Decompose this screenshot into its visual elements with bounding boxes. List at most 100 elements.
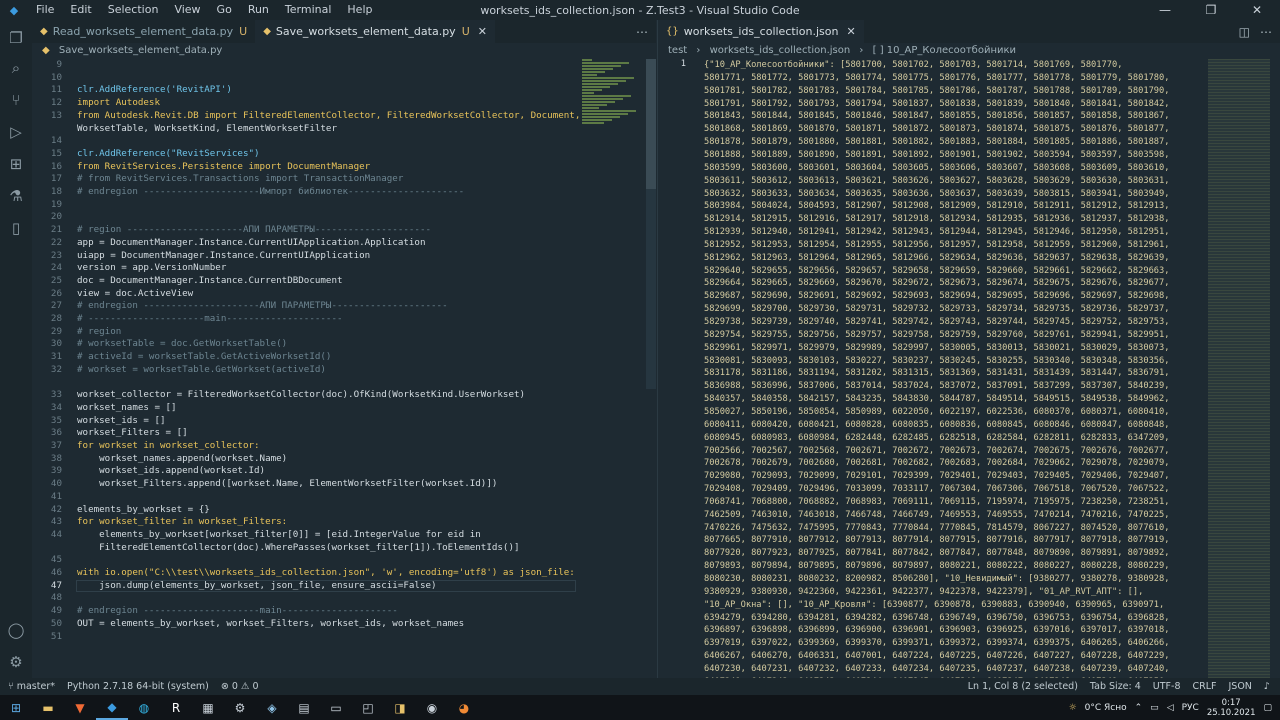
run-debug-icon[interactable]: ▷ (0, 116, 32, 148)
code-line[interactable]: 20 (32, 211, 77, 224)
breadcrumb-file[interactable]: worksets_ids_collection.json (710, 45, 851, 56)
json-line[interactable]: 5803632, 5803633, 5803634, 5803635, 5803… (704, 188, 1204, 201)
revit-icon[interactable]: R (160, 695, 192, 720)
menu-item-file[interactable]: File (28, 0, 62, 20)
file-explorer-icon[interactable]: ▬ (32, 695, 64, 720)
json-line[interactable]: "10_AP_Окна": [], "10_AP_Кровля": [63908… (704, 599, 1204, 612)
code-line[interactable]: 31 # activeId = worksetTable.GetActiveWor… (32, 351, 332, 364)
json-line[interactable]: 5829961, 5829971, 5829979, 5829989, 5829… (704, 342, 1204, 355)
code-line[interactable]: 19 (32, 199, 77, 212)
app-icon[interactable]: ◉ (416, 695, 448, 720)
cursor-position[interactable]: Ln 1, Col 8 (2 selected) (968, 681, 1078, 692)
code-line[interactable]: 12 import Autodesk (32, 97, 160, 110)
edge-browser-icon[interactable]: ◍ (128, 695, 160, 720)
bookmarks-icon[interactable]: ▯ (0, 212, 32, 244)
code-line[interactable]: 17 # from RevitServices.Transactions impo… (32, 173, 403, 186)
json-line[interactable]: 6080411, 6080420, 6080421, 6080828, 6080… (704, 419, 1204, 432)
brave-browser-icon[interactable]: ▼ (64, 695, 96, 720)
json-line[interactable]: 5812914, 5812915, 5812916, 5812917, 5812… (704, 213, 1204, 226)
minimap[interactable] (1208, 59, 1270, 678)
code-line[interactable]: 18 # endregion ---------------------Импор… (32, 186, 464, 199)
json-line[interactable]: 8080230, 8080231, 8080232, 8200982, 8506… (704, 573, 1204, 586)
code-line[interactable]: 50 OUT = elements_by_workset, workset_Fil… (32, 618, 464, 631)
json-line[interactable]: 6406267, 6406270, 6406331, 6407001, 6407… (704, 650, 1204, 663)
app-icon[interactable]: ◈ (256, 695, 288, 720)
json-line[interactable]: 7029408, 7029409, 7029496, 7033099, 7033… (704, 483, 1204, 496)
menu-item-help[interactable]: Help (339, 0, 380, 20)
json-line[interactable]: 5812962, 5812963, 5812964, 5812965, 5812… (704, 252, 1204, 265)
code-line[interactable]: 9 (32, 59, 77, 72)
code-line[interactable]: 39 workset_ids.append(workset.Id) (32, 465, 265, 478)
code-line[interactable]: 36 workset_Filters = [] (32, 427, 188, 440)
json-line[interactable]: 5850027, 5850196, 5850854, 5850989, 6022… (704, 406, 1204, 419)
json-line[interactable]: {"10_AP_Колесоотбойники": [5801700, 5801… (704, 59, 1204, 72)
json-line[interactable]: 5831178, 5831186, 5831194, 5831202, 5831… (704, 367, 1204, 380)
menu-item-edit[interactable]: Edit (62, 0, 99, 20)
code-line[interactable]: 29 # region (32, 326, 121, 339)
menu-item-go[interactable]: Go (209, 0, 240, 20)
tray-chevron-icon[interactable]: ⌃ (1135, 703, 1143, 713)
json-line[interactable]: 5801878, 5801879, 5801880, 5801881, 5801… (704, 136, 1204, 149)
vscode-taskbar-icon[interactable]: ◆ (96, 695, 128, 720)
json-line[interactable]: 5829699, 5829700, 5829730, 5829731, 5829… (704, 303, 1204, 316)
tab-json-file[interactable]: {} worksets_ids_collection.json ✕ (658, 20, 864, 43)
json-line[interactable]: 5801781, 5801782, 5801783, 5801784, 5801… (704, 85, 1204, 98)
json-line[interactable]: 5829687, 5829690, 5829691, 5829692, 5829… (704, 290, 1204, 303)
code-line[interactable]: 13 from Autodesk.Revit.DB import Filtered… (32, 110, 580, 123)
account-icon[interactable]: ◯ (0, 614, 32, 646)
app-icon[interactable]: ▤ (288, 695, 320, 720)
tab-close-icon[interactable]: ✕ (478, 25, 487, 38)
minimize-icon[interactable]: — (1142, 0, 1188, 20)
json-line[interactable]: 9380929, 9380930, 9422360, 9422361, 9422… (704, 586, 1204, 599)
weather-icon[interactable]: ☼ (1069, 703, 1077, 713)
menu-item-view[interactable]: View (166, 0, 208, 20)
json-line[interactable]: 7470226, 7475632, 7475995, 7770843, 7770… (704, 522, 1204, 535)
json-line[interactable]: 5829640, 5829655, 5829656, 5829657, 5829… (704, 265, 1204, 278)
code-line[interactable]: 35 workset_ids = [] (32, 415, 166, 428)
json-line[interactable]: 7002566, 7002567, 7002568, 7002671, 7002… (704, 445, 1204, 458)
code-line[interactable]: 51 (32, 631, 77, 644)
calculator-icon[interactable]: ▦ (192, 695, 224, 720)
code-line[interactable]: 40 workset_Filters.append([workset.Name,… (32, 478, 497, 491)
code-line[interactable]: 43 for workset_filter in workset_Filters: (32, 516, 287, 529)
restore-icon[interactable]: ❐ (1188, 0, 1234, 20)
close-icon[interactable]: ✕ (1234, 0, 1280, 20)
json-line[interactable]: 7029080, 7029093, 7029099, 7029101, 7029… (704, 470, 1204, 483)
json-line[interactable]: 5812952, 5812953, 5812954, 5812955, 5812… (704, 239, 1204, 252)
source-control-icon[interactable]: ⑂ (0, 84, 32, 116)
code-editor[interactable]: 9 10 11 clr.AddReference('RevitAPI') 12 impor… (32, 59, 656, 678)
json-line[interactable]: 5830081, 5830093, 5830103, 5830227, 5830… (704, 355, 1204, 368)
code-line[interactable]: 24 version = app.VersionNumber (32, 262, 226, 275)
json-line[interactable]: 5829738, 5829739, 5829740, 5829741, 5829… (704, 316, 1204, 329)
notifications-bell-icon[interactable]: ♪ (1264, 681, 1270, 692)
code-line[interactable]: 30 # worksetTable = doc.GetWorksetTable() (32, 338, 287, 351)
json-editor[interactable]: 1 {"10_AP_Колесоотбойники": [5801700, 58… (658, 59, 1280, 678)
code-line[interactable]: 14 (32, 135, 77, 148)
explorer-icon[interactable]: ❐ (0, 22, 32, 54)
code-line[interactable]: 37 for workset in workset_collector: (32, 440, 260, 453)
settings-gear-icon[interactable]: ⚙ (0, 646, 32, 678)
tab-size[interactable]: Tab Size: 4 (1090, 681, 1141, 692)
tab-read-worksets[interactable]: ◆ Read_worksets_element_data.py U (32, 20, 255, 43)
code-line[interactable]: 44 elements_by_workset[workset_filter[0]… (32, 529, 481, 542)
settings-app-icon[interactable]: ⚙ (224, 695, 256, 720)
json-line[interactable]: 5803611, 5803612, 5803613, 5803621, 5803… (704, 175, 1204, 188)
code-line[interactable]: 10 (32, 72, 77, 85)
code-line[interactable]: 23 uiapp = DocumentManager.Instance.Curre… (32, 250, 370, 263)
code-line[interactable]: 33 workset_collector = FilteredWorksetCol… (32, 389, 525, 402)
breadcrumb-file[interactable]: Save_worksets_element_data.py (59, 45, 222, 56)
split-editor-icon[interactable]: ◫ (1239, 25, 1250, 39)
code-line[interactable]: WorksetTable, WorksetKind, ElementWorkse… (32, 123, 337, 136)
json-line[interactable]: 5803599, 5803600, 5803601, 5803604, 5803… (704, 162, 1204, 175)
json-line[interactable]: 5801868, 5801869, 5801870, 5801871, 5801… (704, 123, 1204, 136)
json-line[interactable]: 5840357, 5840358, 5842157, 5843235, 5843… (704, 393, 1204, 406)
code-line[interactable]: 41 (32, 491, 77, 504)
git-branch[interactable]: ⑂ master* (8, 681, 55, 692)
json-line[interactable]: 5836988, 5836996, 5837006, 5837014, 5837… (704, 380, 1204, 393)
problems-count[interactable]: ⊗ 0 ⚠ 0 (221, 681, 259, 692)
json-line[interactable]: 8077920, 8077923, 8077925, 8077841, 8077… (704, 547, 1204, 560)
code-line[interactable]: 21 # region ---------------------АПИ ПАРА… (32, 224, 431, 237)
json-line[interactable]: 5801843, 5801844, 5801845, 5801846, 5801… (704, 110, 1204, 123)
json-line[interactable]: 5829664, 5829665, 5829669, 5829670, 5829… (704, 277, 1204, 290)
menu-item-selection[interactable]: Selection (100, 0, 167, 20)
